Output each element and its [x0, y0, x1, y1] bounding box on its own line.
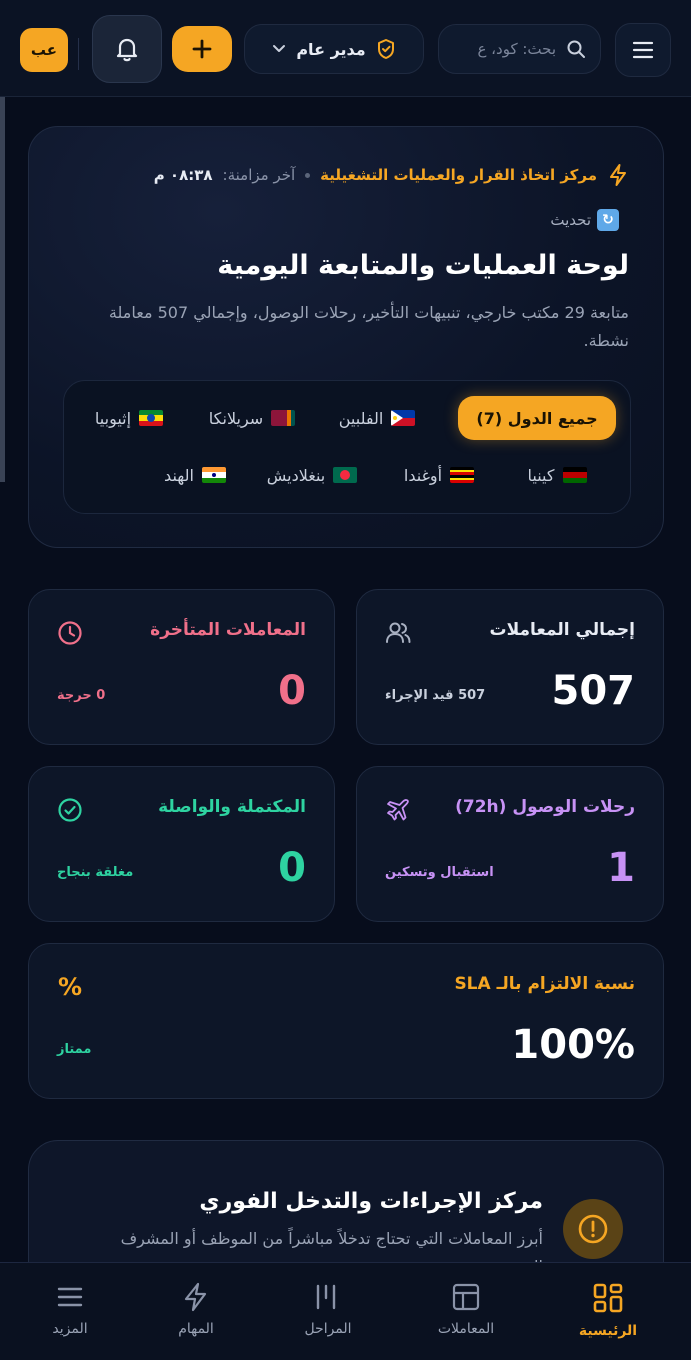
stat-value: 1: [607, 845, 635, 891]
notifications-button[interactable]: [92, 15, 162, 83]
nav-label: الرئيسية: [578, 1323, 638, 1339]
plus-icon: [192, 39, 212, 59]
stat-value: 507: [551, 668, 636, 714]
menu-button[interactable]: [615, 23, 671, 77]
clock-icon: [55, 618, 85, 648]
search-box[interactable]: [438, 24, 601, 74]
page-title: لوحة العمليات والمتابعة اليومية: [217, 250, 629, 281]
stat-card-total[interactable]: إجمالي المعاملات 507 507 قيد الإجراء: [356, 589, 664, 745]
filter-label: جميع الدول (7): [476, 408, 598, 428]
stat-title: المعاملات المتأخرة: [150, 620, 306, 640]
nav-label: المهام: [178, 1321, 214, 1337]
country-filters: جميع الدول (7) الفلبين سريلانكا إثيوبيا …: [63, 380, 631, 514]
search-input[interactable]: [456, 40, 556, 58]
add-button[interactable]: [172, 26, 232, 72]
bell-icon: [116, 38, 138, 62]
plane-icon: [383, 795, 413, 825]
filter-chip-ethiopia[interactable]: إثيوبيا: [76, 396, 182, 440]
role-label: مدير عام: [296, 39, 366, 59]
separator-dot: [305, 172, 311, 178]
sri-lanka-flag-icon: [271, 410, 296, 426]
stat-sub: ممتاز: [57, 1042, 92, 1057]
filter-label: أوغندا: [403, 465, 443, 485]
filter-chip-all[interactable]: جميع الدول (7): [458, 396, 616, 440]
stat-title: نسبة الالتزام بالـ SLA: [454, 974, 635, 994]
table-icon: [452, 1283, 480, 1311]
hamburger-icon: [632, 41, 654, 59]
nav-label: المراحل: [304, 1321, 352, 1337]
page-description: متابعة 29 مكتب خارجي، تنبيهات التأخير، ر…: [108, 303, 629, 350]
stat-sub: 0 حرجة: [57, 688, 106, 703]
sync-time: ٠٨:٣٨ م: [153, 166, 213, 184]
hero-meta: مركز اتخاذ القرار والعمليات التشغيلية آخ…: [154, 163, 629, 187]
nav-item-tasks[interactable]: المهام: [141, 1281, 251, 1337]
stat-card-completed[interactable]: المكتملة والواصلة 0 مغلقة بنجاح: [28, 766, 335, 922]
toolbar-divider: [78, 38, 79, 70]
stat-value: 0: [278, 845, 306, 891]
hamburger-icon: [57, 1287, 83, 1307]
bangladesh-flag-icon: [333, 467, 358, 483]
check-circle-icon: [55, 795, 85, 825]
ethiopia-flag-icon: [139, 410, 164, 426]
filter-chip-bangladesh[interactable]: بنغلاديش: [250, 453, 374, 497]
users-icon: [383, 618, 413, 648]
filter-label: سريلانكا: [208, 408, 264, 428]
stat-value: 100%: [511, 1022, 635, 1068]
refresh-label: تحديث: [550, 211, 591, 229]
filter-chip-india[interactable]: الهند: [150, 453, 240, 497]
refresh-icon: ↻: [597, 209, 619, 231]
stat-card-late[interactable]: المعاملات المتأخرة 0 0 حرجة: [28, 589, 335, 745]
stat-title: المكتملة والواصلة: [158, 797, 306, 817]
nav-label: المزيد: [52, 1321, 88, 1337]
filter-label: الفلبين: [338, 408, 384, 428]
filter-chip-uganda[interactable]: أوغندا: [386, 453, 492, 497]
filter-label: إثيوبيا: [94, 408, 132, 428]
top-bar: مدير عام عب: [0, 0, 691, 97]
stat-title: رحلات الوصول (72h): [455, 797, 635, 817]
stat-sub: 507 قيد الإجراء: [385, 688, 486, 703]
filter-label: بنغلاديش: [266, 465, 326, 485]
stat-sub: استقبال وتسكين: [385, 865, 494, 880]
hero-card: مركز اتخاذ القرار والعمليات التشغيلية آخ…: [28, 126, 664, 548]
nav-item-more[interactable]: المزيد: [15, 1281, 125, 1337]
stat-title: إجمالي المعاملات: [489, 620, 635, 640]
filter-chip-kenya[interactable]: كينيا: [502, 453, 612, 497]
nav-item-stages[interactable]: المراحل: [273, 1281, 383, 1337]
bottom-nav: الرئيسية المعاملات المراحل المهام المزيد: [0, 1262, 691, 1360]
chevron-down-icon: [273, 45, 286, 52]
kenya-flag-icon: [562, 467, 587, 483]
shield-check-icon: [377, 39, 394, 59]
filter-chip-sri-lanka[interactable]: سريلانكا: [192, 396, 312, 440]
alert-icon: [563, 1199, 623, 1259]
scrollbar[interactable]: [0, 97, 5, 482]
lightning-icon: [184, 1282, 207, 1312]
india-flag-icon: [201, 467, 226, 483]
lightning-icon: [610, 164, 626, 186]
columns-icon: [316, 1284, 336, 1310]
sync-label: آخر مزامنة:: [222, 166, 296, 184]
stat-value: 0: [278, 668, 306, 714]
language-button[interactable]: عب: [20, 28, 68, 72]
search-icon: [567, 40, 585, 58]
grid-icon: [593, 1283, 623, 1313]
center-name: مركز اتخاذ القرار والعمليات التشغيلية: [320, 166, 597, 184]
filter-label: كينيا: [527, 465, 555, 485]
nav-label: المعاملات: [437, 1321, 495, 1337]
action-center-title: مركز الإجراءات والتدخل الفوري: [199, 1189, 543, 1214]
nav-item-transactions[interactable]: المعاملات: [411, 1281, 521, 1337]
philippines-flag-icon: [391, 410, 416, 426]
percent-icon: %: [57, 973, 83, 1001]
stat-card-arrivals[interactable]: رحلات الوصول (72h) 1 استقبال وتسكين: [356, 766, 664, 922]
nav-item-home[interactable]: الرئيسية: [553, 1281, 663, 1339]
stat-card-sla[interactable]: نسبة الالتزام بالـ SLA % 100% ممتاز: [28, 943, 664, 1099]
filter-chip-philippines[interactable]: الفلبين: [322, 396, 432, 440]
stat-sub: مغلقة بنجاح: [57, 865, 134, 880]
refresh-button[interactable]: ↻ تحديث: [550, 209, 619, 231]
role-selector[interactable]: مدير عام: [244, 24, 424, 74]
filter-label: الهند: [164, 465, 194, 485]
uganda-flag-icon: [450, 467, 475, 483]
